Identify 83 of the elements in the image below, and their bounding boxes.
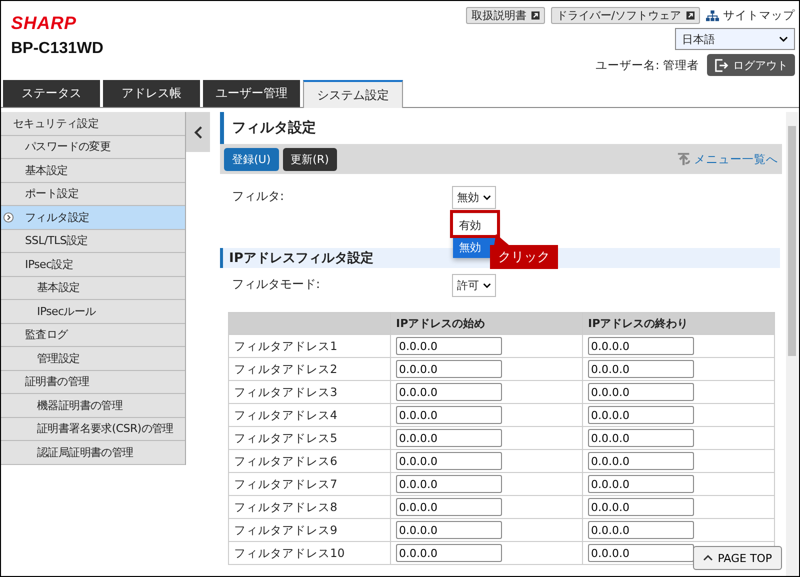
callout-pointer — [494, 234, 510, 246]
ip-end-field[interactable]: 0.0.0.0 — [588, 452, 694, 470]
menu-list-link[interactable]: メニュー一覧へ — [677, 152, 778, 166]
sidebar-item[interactable]: 監査ログ — [1, 324, 185, 347]
row-label: フィルタアドレス9 — [228, 518, 390, 542]
logout-button[interactable]: ログアウト — [707, 54, 795, 76]
filter-label: フィルタ: — [232, 188, 286, 205]
user-name: ユーザー名: 管理者 — [595, 58, 699, 72]
row-label: フィルタアドレス7 — [228, 472, 390, 496]
ip-end-field[interactable]: 0.0.0.0 — [588, 406, 694, 424]
sidebar-item[interactable]: 証明書署名要求(CSR)の管理 — [1, 418, 185, 441]
brand-logo: SHARP — [11, 13, 78, 34]
manual-link[interactable]: ドライバー/ソフトウェア — [551, 7, 700, 24]
filter-mode-label: フィルタモード: — [232, 276, 322, 293]
ip-start-field[interactable]: 0.0.0.0 — [396, 337, 502, 355]
external-link-icon — [686, 11, 695, 20]
row-label: フィルタアドレス5 — [228, 426, 390, 450]
column-header: IPアドレスの終わり — [582, 312, 774, 334]
manual-link[interactable]: 取扱説明書 — [466, 7, 546, 24]
sidebar-item[interactable]: IPsec設定 — [1, 253, 185, 276]
nav-tab[interactable]: システム設定 — [303, 80, 403, 108]
sidebar-item[interactable]: 基本設定 — [1, 159, 185, 182]
sidebar-item[interactable]: SSL/TLS設定 — [1, 230, 185, 253]
dropdown-option[interactable]: 有効 — [453, 214, 497, 236]
sidebar-item[interactable]: 機器証明書の管理 — [1, 394, 185, 418]
ip-start-field[interactable]: 0.0.0.0 — [396, 498, 502, 516]
page-top-button[interactable]: PAGE TOP — [692, 546, 782, 570]
ip-start-field[interactable]: 0.0.0.0 — [396, 360, 502, 378]
row-label: フィルタアドレス3 — [228, 380, 390, 404]
nav-tab[interactable]: アドレス帳 — [103, 80, 200, 107]
back-to-top-icon — [677, 152, 692, 166]
ip-start-field[interactable]: 0.0.0.0 — [396, 521, 502, 539]
ip-start-field[interactable]: 0.0.0.0 — [396, 452, 502, 470]
ip-end-field[interactable]: 0.0.0.0 — [588, 337, 694, 355]
sidebar-item[interactable]: セキュリティ設定 — [1, 112, 185, 136]
column-header: IPアドレスの始め — [390, 312, 582, 334]
model-name: BP-C131WD — [11, 40, 104, 58]
sidebar-item[interactable]: 証明書の管理 — [1, 370, 185, 394]
ip-start-field[interactable]: 0.0.0.0 — [396, 544, 502, 562]
chevron-down-icon — [483, 195, 491, 200]
row-label: フィルタアドレス2 — [228, 358, 390, 380]
row-label: フィルタアドレス8 — [228, 496, 390, 518]
filter-mode-select[interactable]: 許可 — [452, 274, 496, 297]
ip-end-field[interactable]: 0.0.0.0 — [588, 521, 694, 539]
row-label: フィルタアドレス6 — [228, 450, 390, 472]
ip-end-field[interactable]: 0.0.0.0 — [588, 383, 694, 401]
chevron-down-icon — [779, 36, 788, 42]
chevron-circle-icon — [3, 212, 14, 223]
row-label: フィルタアドレス4 — [228, 404, 390, 426]
sidebar-item[interactable]: パスワードの変更 — [1, 136, 185, 159]
collapse-sidebar-button[interactable] — [186, 112, 210, 152]
filter-select[interactable]: 無効 — [452, 186, 496, 209]
chevron-left-icon — [194, 124, 202, 140]
sidebar-item[interactable]: IPsecルール — [1, 300, 185, 324]
nav-tab[interactable]: ステータス — [3, 80, 100, 107]
sidebar-item[interactable]: 認証局証明書の管理 — [1, 441, 185, 464]
row-label: フィルタアドレス1 — [228, 334, 390, 358]
ip-start-field[interactable]: 0.0.0.0 — [396, 475, 502, 493]
ip-start-field[interactable]: 0.0.0.0 — [396, 429, 502, 447]
scrollbar[interactable] — [786, 112, 798, 576]
nav-tab[interactable]: ユーザー管理 — [203, 80, 300, 107]
logout-icon — [714, 58, 729, 72]
ip-end-field[interactable]: 0.0.0.0 — [588, 475, 694, 493]
sidebar-item[interactable]: 管理設定 — [1, 347, 185, 370]
sitemap-link[interactable]: サイトマップ — [706, 8, 795, 23]
row-label: フィルタアドレス10 — [228, 542, 390, 564]
sidebar-item[interactable]: フィルタ設定 — [1, 206, 185, 230]
highlight-frame — [450, 210, 500, 238]
chevron-up-icon — [702, 555, 713, 561]
ip-end-field[interactable]: 0.0.0.0 — [588, 498, 694, 516]
external-link-icon — [531, 11, 540, 20]
ip-start-field[interactable]: 0.0.0.0 — [396, 383, 502, 401]
ip-end-field[interactable]: 0.0.0.0 — [588, 429, 694, 447]
register-button[interactable]: 登録(U) — [224, 148, 279, 170]
sitemap-icon — [706, 10, 719, 22]
ip-end-field[interactable]: 0.0.0.0 — [588, 360, 694, 378]
ip-end-field[interactable]: 0.0.0.0 — [588, 544, 694, 562]
language-select[interactable]: 日本語 — [675, 28, 795, 50]
ip-start-field[interactable]: 0.0.0.0 — [396, 406, 502, 424]
update-button[interactable]: 更新(R) — [282, 148, 337, 170]
sidebar-item[interactable]: 基本設定 — [1, 276, 185, 300]
sidebar-item[interactable]: ポート設定 — [1, 182, 185, 206]
chevron-down-icon — [483, 283, 491, 288]
